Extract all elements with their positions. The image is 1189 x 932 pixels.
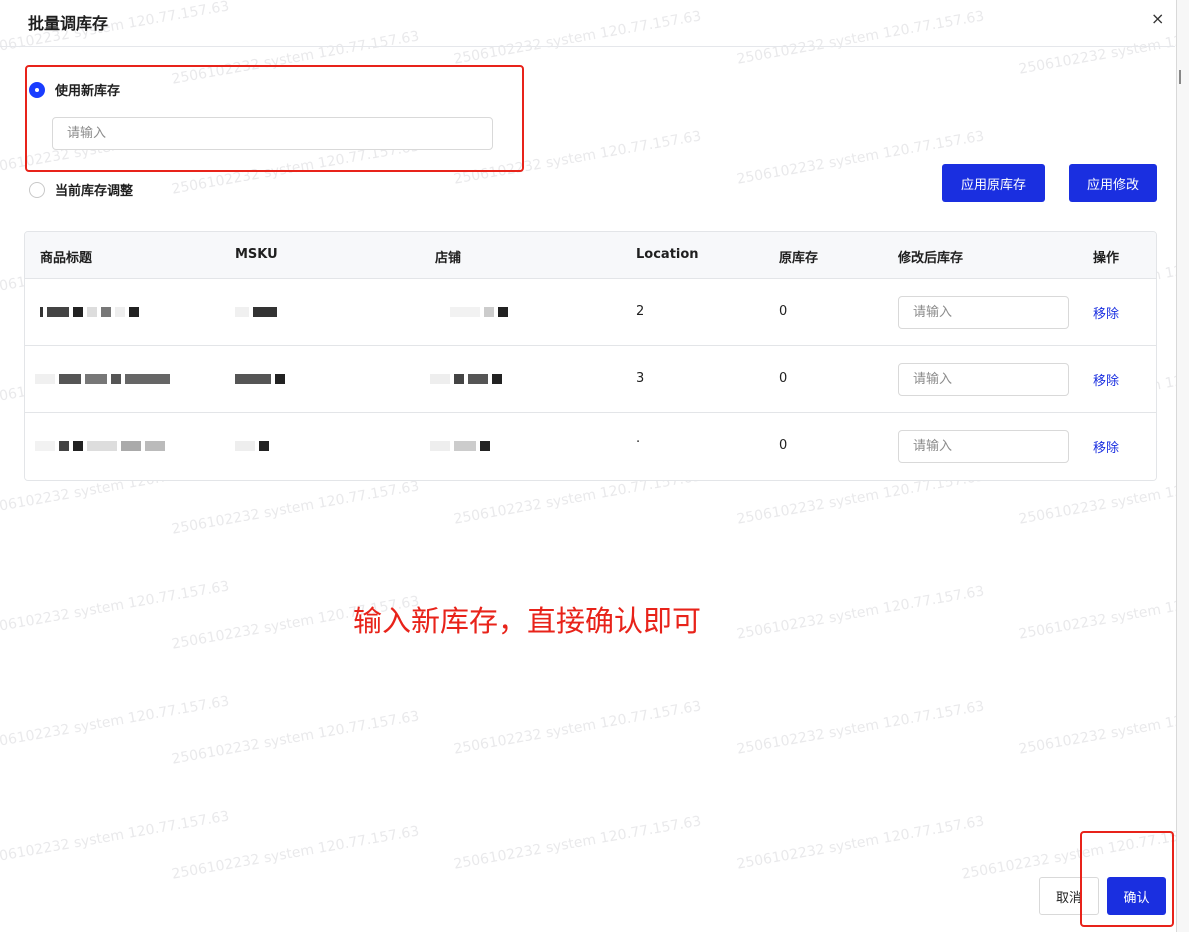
remove-link[interactable]: 移除 <box>1093 303 1119 322</box>
table-row: 3 0 移除 <box>25 346 1156 413</box>
modified-stock-input[interactable] <box>898 296 1069 329</box>
watermark: 2506102232 system 120.77.157.63 <box>452 698 703 758</box>
redacted-msku <box>235 307 277 317</box>
redacted-title <box>35 374 170 384</box>
annotation-highlight-confirm <box>1080 831 1174 927</box>
redacted-msku <box>235 374 285 384</box>
watermark: 2506102232 system 120.77.157.63 <box>1017 698 1189 758</box>
col-title: 商品标题 <box>40 251 93 266</box>
redacted-store <box>430 374 502 384</box>
table-row: 2 0 移除 <box>25 279 1156 346</box>
close-icon[interactable]: × <box>1151 9 1164 28</box>
remove-link[interactable]: 移除 <box>1093 437 1119 456</box>
radio-adjust-stock-label: 当前库存调整 <box>55 184 134 199</box>
col-modified-stock: 修改后库存 <box>898 251 964 266</box>
cell-original-stock: 0 <box>779 371 788 386</box>
redacted-store <box>430 441 490 451</box>
watermark: 2506102232 system 120.77.157.63 <box>0 578 231 638</box>
col-original-stock: 原库存 <box>779 251 819 266</box>
redacted-msku <box>235 441 269 451</box>
table-header: 商品标题 MSKU 店铺 Location 原库存 修改后库存 操作 <box>25 232 1156 279</box>
col-location: Location <box>636 247 699 262</box>
watermark: 2506102232 system 120.77.157.63 <box>735 698 986 758</box>
redacted-title <box>40 307 139 317</box>
watermark: 2506102232 system 120.77.157.63 <box>1017 583 1189 643</box>
watermark: 2506102232 system 120.77.157.63 <box>0 808 231 868</box>
cell-original-stock: 0 <box>779 438 788 453</box>
page-scrollbar[interactable] <box>1176 0 1189 932</box>
cell-location: 2 <box>636 304 645 319</box>
dialog-header: 批量调库存 × <box>0 0 1175 47</box>
col-msku: MSKU <box>235 247 278 262</box>
watermark: 2506102232 system 120.77.157.63 <box>170 478 421 538</box>
apply-changes-button[interactable]: 应用修改 <box>1069 164 1157 202</box>
cell-original-stock: 0 <box>779 304 788 319</box>
remove-link[interactable]: 移除 <box>1093 370 1119 389</box>
col-operation: 操作 <box>1093 251 1120 266</box>
stock-table: 商品标题 MSKU 店铺 Location 原库存 修改后库存 操作 2 0 请… <box>24 231 1157 481</box>
table-row: · 0 移除 <box>25 413 1156 480</box>
cell-location: · <box>636 435 641 450</box>
radio-unchecked-icon[interactable] <box>29 181 45 198</box>
col-store: 店铺 <box>435 251 462 266</box>
annotation-text: 输入新库存，直接确认即可 <box>353 604 702 638</box>
watermark: 2506102232 system 120.77.157.63 <box>170 708 421 768</box>
watermark: 2506102232 system 120.77.157.63 <box>170 823 421 883</box>
modified-stock-input[interactable] <box>898 363 1069 396</box>
radio-adjust-stock[interactable]: 当前库存调整 <box>29 180 133 199</box>
apply-original-stock-button[interactable]: 应用原库存 <box>942 164 1045 202</box>
watermark: 2506102232 system 120.77.157.63 <box>0 693 231 753</box>
watermark: 2506102232 system 120.77.157.63 <box>452 813 703 873</box>
dialog-title: 批量调库存 <box>28 14 109 33</box>
redacted-title <box>35 441 165 451</box>
watermark: 2506102232 system 120.77.157.63 <box>735 813 986 873</box>
annotation-highlight-new-stock <box>25 65 524 172</box>
cell-location: 3 <box>636 371 645 386</box>
modified-stock-input[interactable] <box>898 430 1069 463</box>
batch-stock-dialog: 2506102232 system 120.77.157.63 25061022… <box>0 0 1189 932</box>
watermark: 2506102232 system 120.77.157.63 <box>735 583 986 643</box>
redacted-store <box>450 307 508 317</box>
